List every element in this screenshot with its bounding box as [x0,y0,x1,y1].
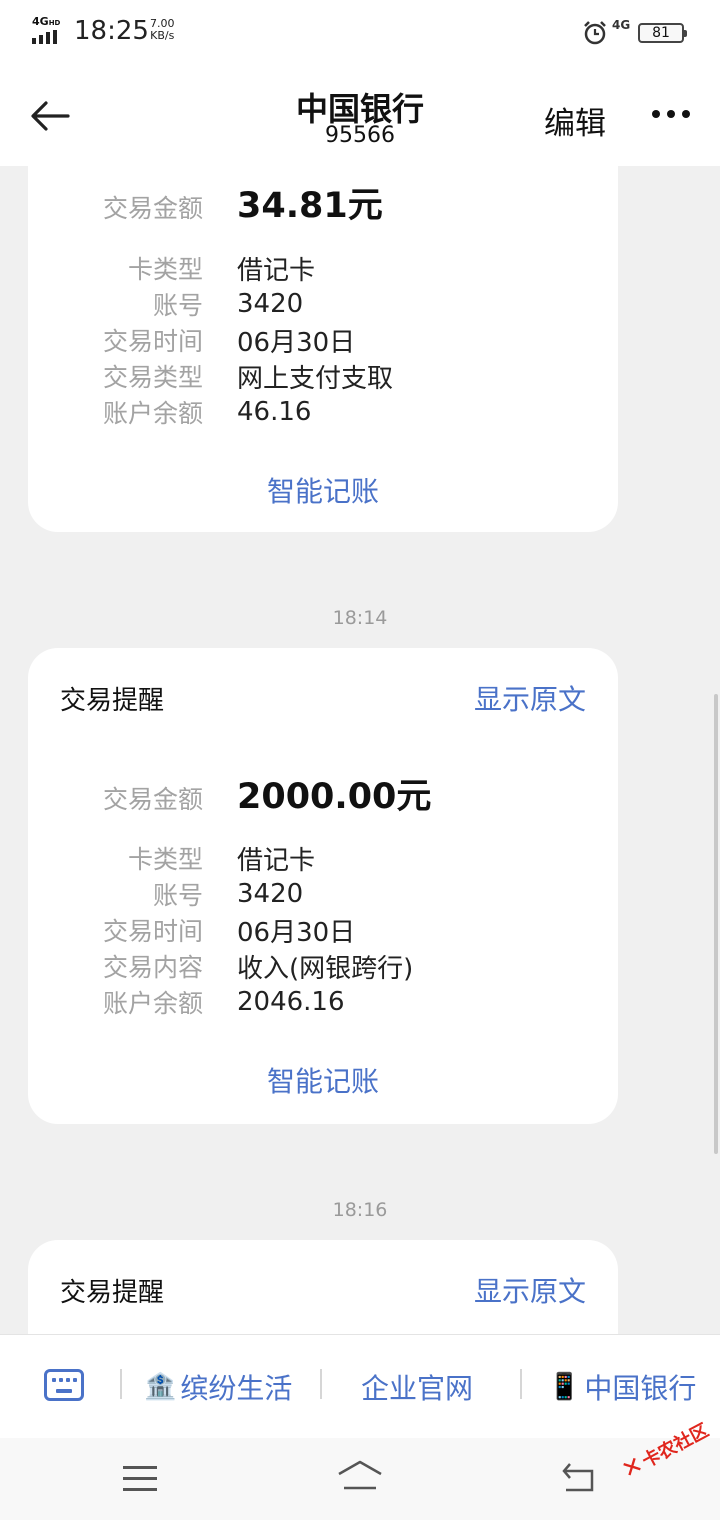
home-icon[interactable] [336,1458,384,1494]
amount-value: 2000.00元 [237,777,432,817]
keyboard-icon[interactable] [44,1369,84,1401]
recent-apps-icon[interactable] [123,1466,157,1499]
conversation-header: 中国银行 95566 编辑 [0,66,720,166]
detail-value: 2046.16 [237,987,345,1017]
detail-label: 交易内容 [102,953,203,982]
detail-value: 3420 [237,289,304,319]
menu-item-lifestyle[interactable]: 🏦 缤纷生活 [144,1367,292,1407]
detail-row: 账号 3420 [60,876,413,912]
service-menu-bar: 🏦 缤纷生活 企业官网 📱 中国银行 [0,1334,720,1438]
detail-row: 卡类型 借记卡 [60,840,413,876]
detail-label: 账户余额 [102,399,203,428]
menu-item-label: 缤纷生活 [180,1372,293,1405]
message-card: 交易提醒 显示原文 [28,1240,618,1334]
edit-button[interactable]: 编辑 [544,98,606,143]
detail-label: 卡类型 [127,255,203,284]
detail-row: 交易内容 收入(网银跨行) [60,948,413,984]
clock: 18:25 [74,16,149,46]
detail-row: 账户余额 2046.16 [60,984,413,1020]
amount-value: 34.81元 [237,186,383,226]
bank-icon: 🏦 [144,1372,177,1402]
detail-label: 交易时间 [102,917,203,946]
show-original-link[interactable]: 显示原文 [474,678,586,718]
back-nav-icon[interactable] [560,1460,600,1494]
amount-row: 交易金额 34.81元 [60,177,383,228]
message-timestamp: 18:14 [332,607,388,629]
speed-unit: KB/s [150,29,175,42]
menu-divider [520,1369,522,1399]
phone-icon: 📱 [548,1372,581,1402]
detail-row: 账号 3420 [60,286,393,322]
menu-item-boc[interactable]: 📱 中国银行 [548,1367,696,1407]
detail-value: 06月30日 [237,917,356,948]
detail-label: 交易时间 [102,327,203,356]
menu-item-label: 企业官网 [361,1372,474,1405]
detail-label: 卡类型 [127,845,203,874]
detail-label: 交易类型 [102,363,203,392]
message-card: 交易提醒 显示原文 交易金额 2000.00元 卡类型 借记卡 账号 3420 交易… [28,648,618,1124]
detail-label: 账户余额 [102,989,203,1018]
scrollbar[interactable] [714,694,718,1154]
alarm-icon [584,21,606,45]
signal-icon: 4GHD [32,16,66,44]
status-bar: 4GHD 18:25 7.00 KB/s 4G 81 [0,0,720,66]
detail-row: 卡类型 借记卡 [60,250,393,286]
amount-label: 交易金额 [102,785,203,814]
detail-value: 借记卡 [237,845,316,876]
detail-row: 交易时间 06月30日 [60,322,393,358]
smart-bookkeeping-link[interactable]: 智能记账 [28,1060,618,1100]
detail-row: 交易时间 06月30日 [60,912,413,948]
detail-value: 借记卡 [237,255,316,286]
mobile-data-indicator: 4G [612,18,631,32]
system-nav-bar [0,1438,720,1520]
detail-value: 收入(网银跨行) [237,953,414,984]
network-speed: 7.00 KB/s [150,18,175,42]
message-card: 交易金额 34.81元 卡类型 借记卡 账号 3420 交易时间 06月30日 交易类… [28,166,618,532]
more-options-icon[interactable] [652,110,690,118]
detail-row: 账户余额 46.16 [60,394,393,430]
menu-item-label: 中国银行 [584,1372,697,1405]
card-title: 交易提醒 [60,686,165,716]
smart-bookkeeping-link[interactable]: 智能记账 [28,470,618,510]
battery-icon: 81 [638,23,687,43]
menu-divider [120,1369,122,1399]
battery-level: 81 [652,25,670,41]
menu-item-corporate-site[interactable]: 企业官网 [361,1367,473,1407]
network-type: 4G [32,15,49,28]
network-sub: HD [48,19,61,27]
detail-value: 46.16 [237,397,312,427]
detail-value: 06月30日 [237,327,356,358]
menu-divider [320,1369,322,1399]
detail-list: 卡类型 借记卡 账号 3420 交易时间 06月30日 交易类型 网上支付支取 账户余额… [60,250,393,430]
detail-list: 卡类型 借记卡 账号 3420 交易时间 06月30日 交易内容 收入(网银跨行) 账户… [60,840,413,1020]
detail-row: 交易类型 网上支付支取 [60,358,393,394]
card-title: 交易提醒 [60,1278,165,1308]
amount-label: 交易金额 [102,194,203,223]
detail-label: 账号 [152,881,203,910]
detail-value: 网上支付支取 [237,363,394,394]
sender-number: 95566 [325,123,395,148]
message-timestamp: 18:16 [332,1199,388,1221]
detail-label: 账号 [152,291,203,320]
message-list[interactable]: 交易金额 34.81元 卡类型 借记卡 账号 3420 交易时间 06月30日 交易类… [0,166,720,1334]
show-original-link[interactable]: 显示原文 [474,1270,586,1310]
detail-value: 3420 [237,879,304,909]
amount-row: 交易金额 2000.00元 [60,768,431,819]
